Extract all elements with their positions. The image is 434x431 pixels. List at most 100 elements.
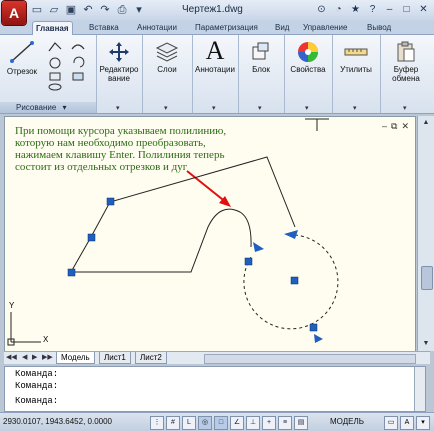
ribbon-tabs: Главная Вставка Аннотации Параметризация… [0,20,434,35]
new-file-icon[interactable]: ▭ [30,3,44,17]
tab-model[interactable]: Модель [56,352,95,364]
polar-tracking-icon[interactable]: ◎ [198,416,212,430]
tab-view[interactable]: Вид [272,21,292,34]
undo-icon[interactable]: ↶ [81,3,95,17]
scroll-thumb[interactable] [421,266,433,290]
tab-insert[interactable]: Вставка [86,21,122,34]
tab-manage[interactable]: Управление [300,21,350,34]
status-right-tools: ▭ A ▾ [384,416,430,430]
close-icon[interactable]: ✕ [417,3,430,16]
scroll-up-icon[interactable]: ▲ [421,118,431,128]
properties-dropdown-icon[interactable]: ▾ [305,104,309,112]
clipboard-dropdown-icon[interactable]: ▾ [403,104,407,112]
quick-access-toolbar: ▭ ▱ ▣ ↶ ↷ ⎙ ▾ [30,3,146,17]
ellipse-tool-icon[interactable] [48,83,62,91]
draw-panel-label: Рисование [16,103,57,112]
block-dropdown-icon[interactable]: ▾ [258,104,262,112]
binoculars-icon[interactable]: ⊙ [315,3,328,16]
save-icon[interactable]: ▣ [64,3,78,17]
arc-tool-icon[interactable] [71,44,85,50]
autocad-logo[interactable]: A [2,1,26,25]
communication-icon[interactable]: ◔ [332,3,345,16]
horizontal-scrollbar[interactable] [204,354,416,364]
modify-dropdown-icon[interactable]: ▾ [116,104,120,112]
scroll-down-icon[interactable]: ▼ [421,339,431,349]
modify-button[interactable]: Редактиро вание [99,41,139,83]
help-icon[interactable]: ? [366,3,379,16]
dynamic-input-icon[interactable]: + [262,416,276,430]
ucs-toggle-icon[interactable]: ⊥ [246,416,260,430]
red-pointer-arrow [186,170,231,207]
clipboard-button[interactable]: Буфер обмена [384,41,428,83]
tab-parametric[interactable]: Параметризация [192,21,261,34]
hatch-icon[interactable] [72,72,84,81]
command-scrollbar[interactable] [414,367,425,411]
layout-nav-first-icon[interactable]: ◀◀ [6,353,17,361]
tab-home[interactable]: Главная [32,21,73,35]
draw-panel-dropdown-icon: ▾ [62,103,67,112]
layers-group: Слои ▾ [142,35,193,113]
quick-properties-icon[interactable]: ▤ [294,416,308,430]
annotations-dropdown-icon[interactable]: ▾ [212,104,216,112]
status-bar: 2930.0107, 1943.6452, 0.0000 ⋮ # L ◎ □ ∠… [0,412,434,431]
layout-icon[interactable]: ▭ [384,416,398,430]
lineweight-icon[interactable]: ≡ [278,416,292,430]
ucs-x-label: X [43,335,49,344]
utilities-label: Утилиты [340,65,372,74]
vertical-scrollbar[interactable]: ▲ ▼ [417,116,434,351]
line-button[interactable]: Отрезок [4,39,40,76]
draw-small-tools [46,39,92,91]
minimize-icon[interactable]: – [383,3,396,16]
layout-tab-bar: ◀◀ ◀ ▶ ▶▶ Модель Лист1 Лист2 [4,351,430,364]
layout-nav-next-icon[interactable]: ▶ [32,353,37,361]
tab-annotate[interactable]: Аннотации [134,21,180,34]
polyline-icon[interactable] [48,42,62,52]
circle-tool-icon[interactable] [49,57,61,69]
tab-sheet1[interactable]: Лист1 [99,352,131,364]
utilities-button[interactable]: Утилиты [335,41,377,74]
command-prompt[interactable]: Команда: [15,396,58,407]
drafting-toggles: ⋮ # L ◎ □ ∠ ⊥ + ≡ ▤ [150,416,308,430]
object-snap-icon[interactable]: □ [214,416,228,430]
layers-dropdown-icon[interactable]: ▾ [164,104,168,112]
qat-dropdown-icon[interactable]: ▾ [132,3,146,17]
coordinate-readout: 2930.0107, 1943.6452, 0.0000 [3,417,112,426]
favorites-star-icon[interactable]: ★ [349,3,362,16]
properties-label: Свойства [290,65,326,74]
layers-label: Слои [157,65,177,74]
snap-mode-icon[interactable]: ⋮ [150,416,164,430]
annotations-button[interactable]: A Аннотации [194,37,236,75]
tab-sheet2[interactable]: Лист2 [135,352,167,364]
object-snap-tracking-icon[interactable]: ∠ [230,416,244,430]
clipboard-group: Буфер обмена ▾ [380,35,434,113]
grid-display-icon[interactable]: # [166,416,180,430]
layers-button[interactable]: Слои [147,41,187,74]
measure-icon [344,48,368,56]
command-line[interactable]: Команда: Команда: Команда: [4,366,426,412]
utilities-dropdown-icon[interactable]: ▾ [353,104,357,112]
annotations-group: A Аннотации ▾ [192,35,239,113]
maximize-icon[interactable]: □ [400,3,413,16]
properties-button[interactable]: Свойства [287,41,329,74]
drawing-area[interactable]: При помощи курсора указываем полилинию, … [4,116,416,353]
block-button[interactable]: Блок [241,41,281,74]
polyline-segments [70,156,296,273]
redo-icon[interactable]: ↷ [98,3,112,17]
model-space-label[interactable]: МОДЕЛЬ [330,417,364,426]
drawing-close-icon[interactable]: ✕ [401,121,409,132]
layout-nav-last-icon[interactable]: ▶▶ [42,353,53,361]
status-menu-icon[interactable]: ▾ [416,416,430,430]
annotation-scale-icon[interactable]: A [400,416,414,430]
rotate-icon[interactable] [73,56,85,68]
title-bar: ▭ ▱ ▣ ↶ ↷ ⎙ ▾ Чертеж1.dwg ⊙ ◔ ★ ? – □ ✕ [0,0,434,21]
clipboard-label: Буфер обмена [392,65,420,83]
draw-panel-footer[interactable]: Рисование ▾ [0,102,96,113]
tab-output[interactable]: Вывод [364,21,394,34]
print-icon[interactable]: ⎙ [115,3,129,17]
open-file-icon[interactable]: ▱ [47,3,61,17]
rectangle-tool-icon[interactable] [49,72,61,81]
line-label: Отрезок [6,67,38,76]
layout-nav-prev-icon[interactable]: ◀ [22,353,27,361]
color-wheel-icon [298,42,318,62]
ortho-mode-icon[interactable]: L [182,416,196,430]
